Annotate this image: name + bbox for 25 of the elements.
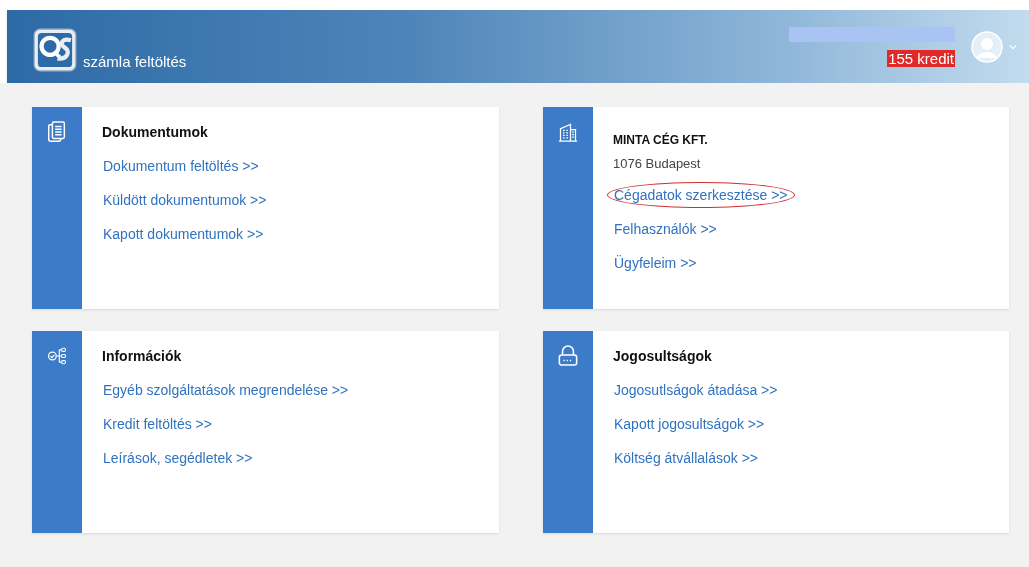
card-title: Dokumentumok xyxy=(102,124,209,140)
hierarchy-icon xyxy=(47,345,67,367)
card-link[interactable]: Ügyfeleim >> xyxy=(609,250,702,276)
card-link[interactable]: Költség átvállalások >> xyxy=(609,445,763,471)
card-title: Információk xyxy=(102,348,183,364)
documents-icon xyxy=(47,121,67,143)
card-link[interactable]: Dokumentum feltöltés >> xyxy=(98,153,264,179)
card-title: Jogosultságok xyxy=(613,348,713,364)
building-icon xyxy=(558,121,578,143)
card-link[interactable]: Kredit feltöltés >> xyxy=(98,411,217,437)
card-link[interactable]: Felhasználók >> xyxy=(609,216,722,242)
avatar-icon[interactable] xyxy=(971,30,1003,63)
credit-badge: 155 kredit xyxy=(887,49,955,67)
card-link[interactable]: Egyéb szolgáltatások megrendelése >> xyxy=(98,377,354,403)
card-subtitle: 1076 Budapest xyxy=(613,156,702,171)
card-link[interactable]: Leírások, segédletek >> xyxy=(98,445,258,471)
card-link[interactable]: Jogosutlságok átadása >> xyxy=(609,377,783,403)
logo-icon xyxy=(33,27,77,72)
card-link[interactable]: Kapott dokumentumok >> xyxy=(98,221,269,247)
app-name: számla feltöltés xyxy=(83,52,187,70)
lock-icon xyxy=(558,345,578,367)
card-link[interactable]: Kapott jogosultságok >> xyxy=(609,411,770,437)
card-link[interactable]: Küldött dokumentumok >> xyxy=(98,187,272,213)
card-title: MINTA CÉG KFT. xyxy=(613,133,709,147)
caret-icon[interactable] xyxy=(1009,43,1017,50)
